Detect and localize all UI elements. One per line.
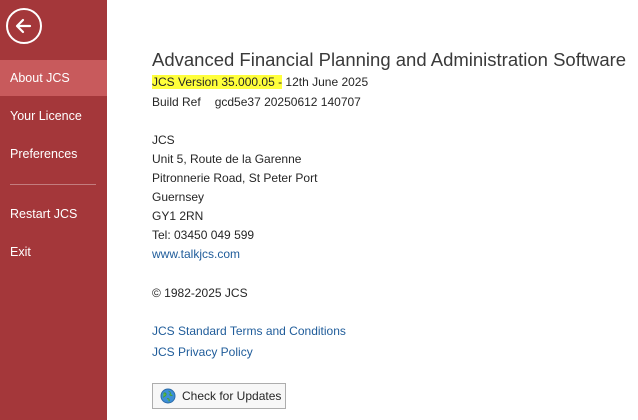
address-tel: Tel: 03450 049 599 (152, 228, 255, 242)
terms-link[interactable]: JCS Standard Terms and Conditions (152, 324, 346, 338)
check-updates-button[interactable]: Check for Updates (152, 383, 286, 409)
sidebar-item-exit[interactable]: Exit (0, 234, 107, 270)
back-button[interactable] (6, 8, 42, 44)
version-number: JCS Version 35.000.05 - (152, 75, 283, 89)
address-line-1: Unit 5, Route de la Garenne (152, 152, 302, 166)
address-line-3: Guernsey (152, 190, 205, 204)
build-ref-label: Build Ref (152, 95, 201, 109)
sidebar-item-about[interactable]: About JCS (0, 60, 107, 96)
back-arrow-icon (15, 18, 32, 34)
address-line-2: Pitronnerie Road, St Peter Port (152, 171, 318, 185)
sidebar: About JCS Your Licence Preferences Resta… (0, 0, 107, 420)
build-ref: Build Ref gcd5e37 20250612 140707 (152, 95, 361, 109)
build-ref-value: gcd5e37 20250612 140707 (214, 95, 361, 109)
address-postcode: GY1 2RN (152, 209, 204, 223)
sidebar-item-preferences[interactable]: Preferences (0, 136, 107, 172)
page-title: Advanced Financial Planning and Administ… (152, 49, 627, 70)
version-date: 12th June 2025 (282, 75, 369, 89)
privacy-link[interactable]: JCS Privacy Policy (152, 345, 253, 359)
check-updates-label: Check for Updates (182, 389, 282, 403)
sidebar-divider (10, 184, 96, 185)
website-link[interactable]: www.talkjcs.com (152, 247, 240, 261)
globe-icon (160, 388, 176, 404)
sidebar-item-licence[interactable]: Your Licence (0, 98, 107, 134)
sidebar-item-restart[interactable]: Restart JCS (0, 196, 107, 232)
copyright-text: © 1982-2025 JCS (152, 286, 248, 300)
address-company: JCS (152, 133, 175, 147)
version-line: JCS Version 35.000.05 - 12th June 2025 (152, 75, 368, 89)
